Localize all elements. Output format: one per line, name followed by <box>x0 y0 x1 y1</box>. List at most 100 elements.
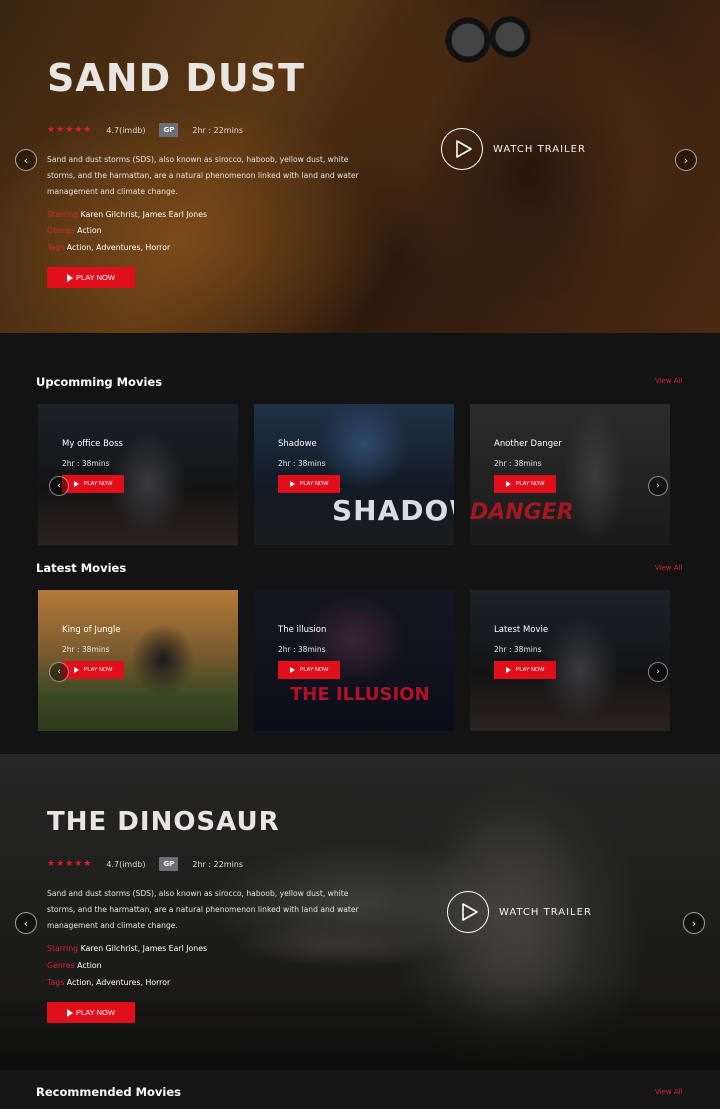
hero-meta: ★★★★★ 4.7(imdb) GP 2hr : 22mins <box>47 857 243 871</box>
carousel-prev-arrow-icon[interactable]: ‹ <box>49 662 69 682</box>
tags-value: Action, Adventures, Horror <box>66 243 171 252</box>
recommended-view-all-link[interactable]: View All <box>655 1088 683 1096</box>
card-play-now-button[interactable]: PLAY NOW <box>494 475 556 493</box>
hero-title: SAND DUST <box>47 56 306 100</box>
hero-description: Sand and dust storms (SDS), also known a… <box>47 889 359 930</box>
starring-value: Karen Gilchrist, James Earl Jones <box>80 210 208 219</box>
poster-text: SHADOW <box>332 494 454 527</box>
hero-title: THE DINOSAUR <box>47 807 280 837</box>
watch-trailer-button[interactable]: WATCH TRAILER <box>441 128 586 170</box>
hero-banner-the-dinosaur: THE DINOSAUR ★★★★★ 4.7(imdb) GP 2hr : 22… <box>0 754 720 1070</box>
play-icon <box>67 1008 74 1017</box>
movie-card-title: My office Boss <box>62 439 123 449</box>
card-play-now-button[interactable]: PLAY NOW <box>62 661 124 679</box>
movie-duration: 2hr : 22mins <box>192 859 244 869</box>
rating-stars-icon: ★★★★★ <box>47 859 93 869</box>
card-play-now-button[interactable]: PLAY NOW <box>278 475 340 493</box>
card-play-label: PLAY NOW <box>515 481 545 487</box>
latest-movies-heading: Latest Movies <box>36 561 127 575</box>
tags-line: Tags Action, Adventures, Horror <box>47 978 170 987</box>
hero-next-arrow-icon[interactable]: › <box>683 912 705 934</box>
upcoming-movies-heading: Upcomming Movies <box>36 375 163 389</box>
movie-card-title: The illusion <box>278 625 327 635</box>
poster-text: DANGER <box>470 500 574 525</box>
tags-line: Tags Action, Adventures, Horror <box>47 243 170 252</box>
movie-card[interactable]: Latest Movie 2hr : 38mins PLAY NOW <box>470 590 670 731</box>
play-icon <box>289 481 295 487</box>
poster-text: THE ILLUSION <box>290 684 430 705</box>
upcoming-view-all-link[interactable]: View All <box>655 377 683 385</box>
card-play-label: PLAY NOW <box>515 667 545 673</box>
latest-movies-carousel: King of Jungle 2hr : 38mins PLAY NOW THE… <box>38 590 670 731</box>
movie-card[interactable]: King of Jungle 2hr : 38mins PLAY NOW <box>38 590 238 731</box>
carousel-prev-arrow-icon[interactable]: ‹ <box>49 476 69 496</box>
movie-card[interactable]: SHADOW Shadowe 2hr : 38mins PLAY NOW <box>254 404 454 545</box>
card-play-now-button[interactable]: PLAY NOW <box>278 661 340 679</box>
genres-label: Genres <box>47 961 75 970</box>
age-rating-badge: GP <box>159 123 179 137</box>
rating-stars-icon: ★★★★★ <box>47 125 93 135</box>
recommended-movies-heading: Recommended Movies <box>36 1085 182 1099</box>
watch-trailer-button[interactable]: WATCH TRAILER <box>447 891 592 933</box>
genres-value: Action <box>77 226 102 235</box>
watch-trailer-label: WATCH TRAILER <box>493 143 586 155</box>
imdb-rating: 4.7(imdb) <box>106 859 146 869</box>
card-play-label: PLAY NOW <box>299 481 329 487</box>
hero-prev-arrow-icon[interactable]: ‹ <box>15 912 37 934</box>
movie-card-title: Another Danger <box>494 439 562 449</box>
genres-value: Action <box>77 961 102 970</box>
hero-banner-sand-dust: SAND DUST ★★★★★ 4.7(imdb) GP 2hr : 22min… <box>0 0 720 333</box>
movie-card-title: Latest Movie <box>494 625 549 635</box>
genres-line: Genres Action <box>47 961 102 970</box>
movie-card-duration: 2hr : 38mins <box>278 459 326 468</box>
tags-label: Tags <box>47 978 65 987</box>
movie-card-duration: 2hr : 38mins <box>62 459 110 468</box>
movie-card-title: Shadowe <box>278 439 317 449</box>
play-icon <box>505 667 511 673</box>
card-play-now-button[interactable]: PLAY NOW <box>494 661 556 679</box>
play-now-label: PLAY NOW <box>76 273 115 282</box>
play-now-button[interactable]: PLAY NOW <box>47 1002 135 1023</box>
age-rating-badge: GP <box>159 857 179 871</box>
genres-line: Genres Action <box>47 226 102 235</box>
movie-card[interactable]: My office Boss 2hr : 38mins PLAY NOW <box>38 404 238 545</box>
movie-card-duration: 2hr : 38mins <box>278 645 326 654</box>
play-now-button[interactable]: PLAY NOW <box>47 267 135 288</box>
hero-meta: ★★★★★ 4.7(imdb) GP 2hr : 22mins <box>47 123 243 137</box>
card-play-label: PLAY NOW <box>83 667 113 673</box>
carousel-next-arrow-icon[interactable]: › <box>648 662 668 682</box>
hero-description: Sand and dust storms (SDS), also known a… <box>47 155 359 196</box>
movie-duration: 2hr : 22mins <box>192 125 244 135</box>
card-play-now-button[interactable]: PLAY NOW <box>62 475 124 493</box>
movie-card-duration: 2hr : 38mins <box>494 645 542 654</box>
card-play-label: PLAY NOW <box>299 667 329 673</box>
movie-card-duration: 2hr : 38mins <box>62 645 110 654</box>
tags-value: Action, Adventures, Horror <box>66 978 171 987</box>
tags-label: Tags <box>47 243 65 252</box>
starring-label: Starring <box>47 944 79 953</box>
carousel-next-arrow-icon[interactable]: › <box>648 476 668 496</box>
play-now-label: PLAY NOW <box>76 1008 115 1017</box>
hero-prev-arrow-icon[interactable]: ‹ <box>15 149 37 171</box>
movie-card-duration: 2hr : 38mins <box>494 459 542 468</box>
genres-label: Genres <box>47 226 75 235</box>
imdb-rating: 4.7(imdb) <box>106 125 146 135</box>
starring-line: Starring Karen Gilchrist, James Earl Jon… <box>47 944 207 953</box>
city-backdrop-image <box>0 980 720 1070</box>
card-play-label: PLAY NOW <box>83 481 113 487</box>
starring-value: Karen Gilchrist, James Earl Jones <box>80 944 208 953</box>
latest-view-all-link[interactable]: View All <box>655 564 683 572</box>
starring-line: Starring Karen Gilchrist, James Earl Jon… <box>47 210 207 219</box>
movie-card[interactable]: THE ILLUSION The illusion 2hr : 38mins P… <box>254 590 454 731</box>
play-icon <box>67 273 74 282</box>
movie-card[interactable]: DANGER Another Danger 2hr : 38mins PLAY … <box>470 404 670 545</box>
play-icon <box>505 481 511 487</box>
hero-next-arrow-icon[interactable]: › <box>675 149 697 171</box>
goggles-image <box>438 8 538 72</box>
upcoming-movies-carousel: My office Boss 2hr : 38mins PLAY NOW SHA… <box>38 404 670 545</box>
play-icon <box>289 667 295 673</box>
play-circle-icon <box>441 128 483 170</box>
play-circle-icon <box>447 891 489 933</box>
movie-card-title: King of Jungle <box>62 625 121 635</box>
starring-label: Starring <box>47 210 79 219</box>
